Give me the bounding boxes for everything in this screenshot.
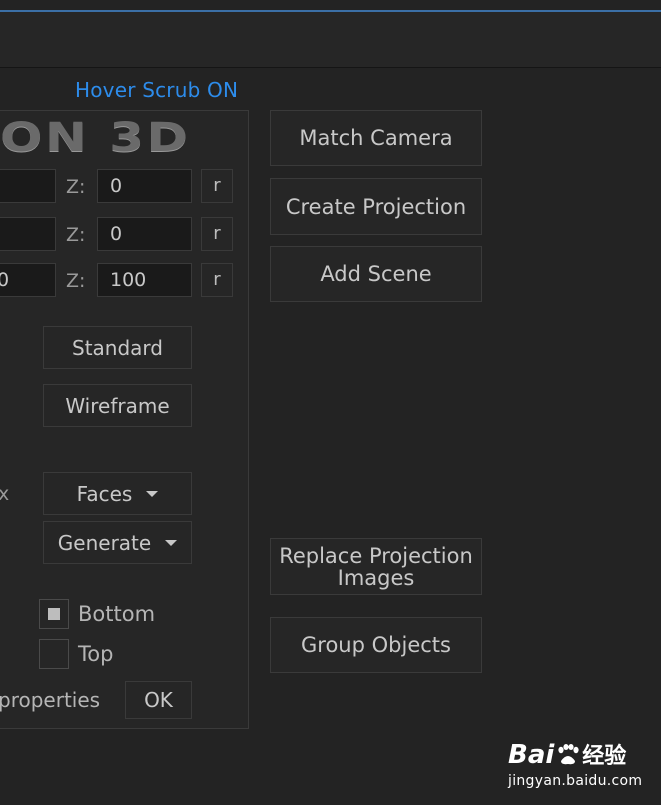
reset-button-row3[interactable]: r <box>201 263 233 297</box>
z-field-row2[interactable]: 0 <box>97 217 192 251</box>
faces-dropdown[interactable]: Faces <box>43 472 192 515</box>
ok-button-label: OK <box>144 688 173 712</box>
create-projection-button[interactable]: Create Projection <box>270 178 482 235</box>
generate-dropdown-label: Generate <box>57 530 152 555</box>
reset-button-row1[interactable]: r <box>201 169 233 203</box>
bottom-checkbox[interactable] <box>39 599 69 629</box>
z-label-row3: Z: <box>66 270 86 292</box>
match-camera-label: Match Camera <box>299 126 453 150</box>
wireframe-button-label: Wireframe <box>65 393 170 418</box>
generate-dropdown[interactable]: Generate <box>43 521 192 564</box>
z-field-row1[interactable]: 0 <box>97 169 192 203</box>
watermark-url: jingyan.baidu.com <box>508 773 643 789</box>
coord-row3-left-field[interactable]: 0 <box>0 263 56 297</box>
group-objects-label: Group Objects <box>301 633 451 657</box>
coord-row1-left-field[interactable] <box>0 169 56 203</box>
standard-button-label: Standard <box>72 335 163 360</box>
chevron-down-icon <box>165 539 178 546</box>
create-projection-label: Create Projection <box>285 194 467 219</box>
panel-header-bar <box>0 12 661 68</box>
faces-dropdown-label: Faces <box>76 481 133 506</box>
match-camera-button[interactable]: Match Camera <box>270 110 482 166</box>
faces-row-label: x <box>0 483 10 505</box>
top-checkbox[interactable] <box>39 639 69 669</box>
top-checkbox-label: Top <box>78 642 114 666</box>
replace-projection-label-line2: Images <box>337 565 415 590</box>
replace-projection-images-button[interactable]: Replace Projection Images <box>270 538 482 595</box>
paw-icon <box>558 744 579 765</box>
z-label-row1: Z: <box>66 176 86 198</box>
add-scene-button[interactable]: Add Scene <box>270 246 482 302</box>
ok-button[interactable]: OK <box>125 681 192 719</box>
group-objects-button[interactable]: Group Objects <box>270 617 482 673</box>
hover-scrub-toggle[interactable]: Hover Scrub ON <box>75 78 238 102</box>
standard-button[interactable]: Standard <box>43 326 192 369</box>
bottom-checkbox-label: Bottom <box>78 602 156 626</box>
wireframe-button[interactable]: Wireframe <box>43 384 192 427</box>
baidu-watermark-logo: Bai 经验 <box>508 738 626 770</box>
coord-row2-left-field[interactable] <box>0 217 56 251</box>
replace-projection-label-line1: Replace Projection <box>279 543 473 568</box>
z-field-row3[interactable]: 100 <box>97 263 192 297</box>
reset-button-row2[interactable]: r <box>201 217 233 251</box>
properties-label: properties <box>0 688 101 712</box>
watermark-brand-right: 经验 <box>582 744 627 769</box>
checkbox-checked-mark <box>48 608 60 620</box>
plugin-logo: ON 3D <box>0 115 191 161</box>
z-label-row2: Z: <box>66 224 86 246</box>
add-scene-label: Add Scene <box>320 262 432 286</box>
chevron-down-icon <box>146 490 159 497</box>
watermark-brand-left: Bai <box>508 740 555 770</box>
